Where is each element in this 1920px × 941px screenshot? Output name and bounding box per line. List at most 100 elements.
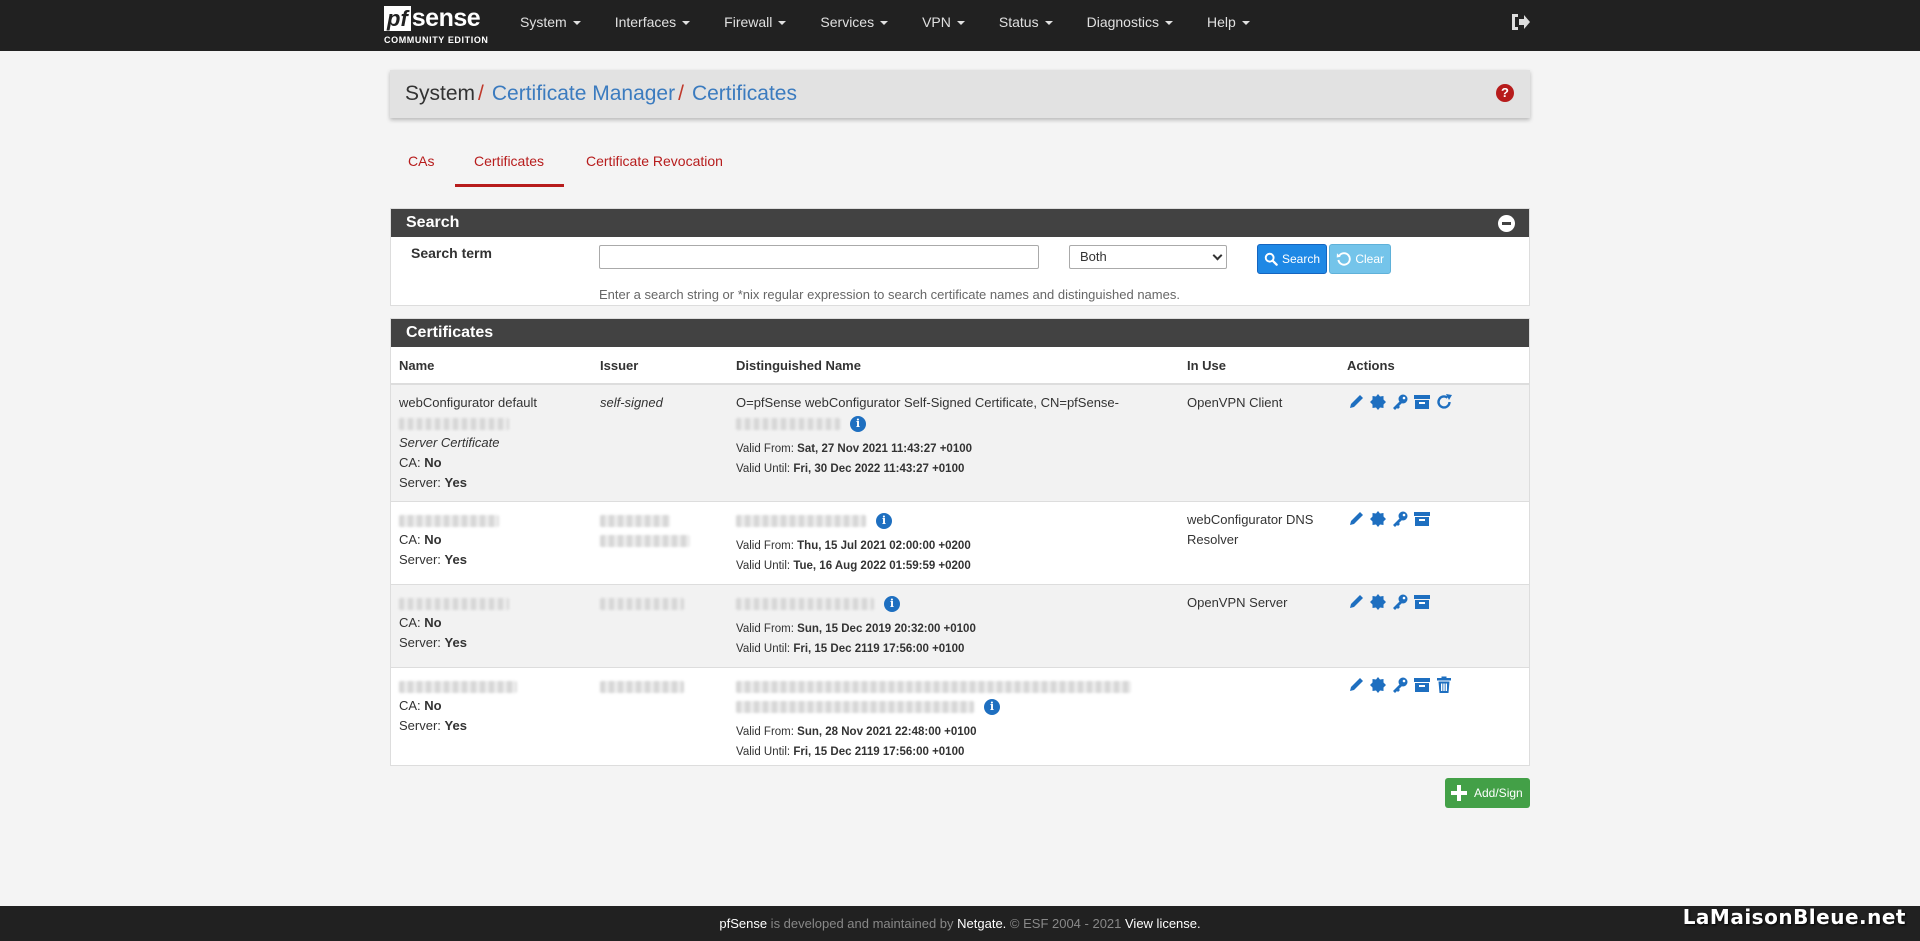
edit-icon[interactable] xyxy=(1347,676,1365,694)
redacted-text xyxy=(600,510,720,530)
tab-certificate-revocation[interactable]: Certificate Revocation xyxy=(586,142,723,187)
edit-icon[interactable] xyxy=(1347,393,1365,411)
info-icon[interactable]: i xyxy=(850,415,866,432)
info-icon[interactable]: i xyxy=(884,595,900,612)
cert-dn-cell: O=pfSense webConfigurator Self-Signed Ce… xyxy=(728,384,1179,502)
column-header-name[interactable]: Name xyxy=(391,347,592,385)
server-value: Yes xyxy=(444,552,467,567)
menu-help[interactable]: Help xyxy=(1192,0,1269,51)
valid-from: Valid From: Sat, 27 Nov 2021 11:43:27 +0… xyxy=(736,439,1171,459)
redacted-text xyxy=(736,417,840,430)
help-icon[interactable]: ? xyxy=(1496,84,1514,102)
menu-firewall[interactable]: Firewall xyxy=(709,0,805,51)
cert-inuse-cell: OpenVPN Client xyxy=(1179,384,1339,502)
key-icon[interactable] xyxy=(1391,510,1409,528)
certificate-icon[interactable] xyxy=(1369,593,1387,611)
archive-icon[interactable] xyxy=(1413,510,1431,528)
add-sign-button-label: Add/Sign xyxy=(1474,786,1523,800)
column-header-distinguished-name[interactable]: Distinguished Name xyxy=(728,347,1179,385)
valid-until-value: Fri, 15 Dec 2119 17:56:00 +0100 xyxy=(793,746,965,758)
pfsense-logo[interactable]: pf sense COMMUNITY EDITION xyxy=(384,4,492,48)
menu-vpn[interactable]: VPN xyxy=(907,0,984,51)
search-input[interactable] xyxy=(599,245,1039,269)
redacted-text xyxy=(399,676,584,696)
certificate-icon[interactable] xyxy=(1369,676,1387,694)
column-header-in-use[interactable]: In Use xyxy=(1179,347,1339,385)
breadcrumb-separator: / xyxy=(678,82,684,105)
breadcrumb-separator: / xyxy=(478,82,484,105)
cert-dn-cell: i Valid From: Sun, 15 Dec 2019 20:32:00 … xyxy=(728,584,1179,668)
menu-diagnostics[interactable]: Diagnostics xyxy=(1072,0,1192,51)
cert-inuse-cell: OpenVPN Server xyxy=(1179,584,1339,668)
undo-icon xyxy=(1336,252,1351,266)
tab-cas[interactable]: CAs xyxy=(408,142,434,187)
row-actions xyxy=(1347,393,1521,411)
collapse-icon[interactable] xyxy=(1498,215,1515,232)
valid-until: Valid Until: Fri, 15 Dec 2119 17:56:00 +… xyxy=(736,742,1171,762)
certificate-icon[interactable] xyxy=(1369,510,1387,528)
certificate-icon[interactable] xyxy=(1369,393,1387,411)
clear-button[interactable]: Clear xyxy=(1329,244,1391,274)
cert-actions-cell xyxy=(1339,668,1529,771)
add-sign-button[interactable]: Add/Sign xyxy=(1445,778,1530,808)
logo-edition-text: COMMUNITY EDITION xyxy=(384,35,489,45)
menu-label: VPN xyxy=(922,14,951,30)
valid-until-value: Tue, 16 Aug 2022 01:59:59 +0200 xyxy=(793,560,971,572)
menu-system[interactable]: System xyxy=(505,0,600,51)
caret-down-icon xyxy=(778,21,787,26)
menu-status[interactable]: Status xyxy=(984,0,1072,51)
key-icon[interactable] xyxy=(1391,593,1409,611)
breadcrumb-certificates[interactable]: Certificates xyxy=(692,82,797,105)
edit-icon[interactable] xyxy=(1347,593,1365,611)
breadcrumb: System / Certificate Manager / Certificates xyxy=(405,82,797,106)
menu-label: Status xyxy=(998,14,1039,30)
server-value: Yes xyxy=(444,635,467,650)
redacted-text xyxy=(600,676,720,696)
info-icon[interactable]: i xyxy=(876,512,892,529)
breadcrumb-system: System xyxy=(405,82,476,105)
footer-company-link[interactable]: Netgate. xyxy=(957,916,1006,931)
cert-name-cell: webConfigurator default Server Certifica… xyxy=(391,384,592,502)
redacted-text xyxy=(399,510,584,530)
footer-text: is developed and maintained by xyxy=(767,916,958,931)
key-icon[interactable] xyxy=(1391,393,1409,411)
key-icon[interactable] xyxy=(1391,676,1409,694)
search-button[interactable]: Search xyxy=(1257,244,1327,274)
cert-issuer-cell xyxy=(592,584,728,668)
redacted-text xyxy=(736,514,866,527)
sign-out-icon[interactable] xyxy=(1510,13,1530,31)
menu-services[interactable]: Services xyxy=(805,0,907,51)
info-icon[interactable]: i xyxy=(984,698,1000,715)
archive-icon[interactable] xyxy=(1413,593,1431,611)
search-scope-value: Both xyxy=(1080,249,1107,264)
breadcrumb-certificate-manager[interactable]: Certificate Manager xyxy=(492,82,675,105)
cert-ca-flag: CA: No xyxy=(399,453,584,473)
cert-dn: i xyxy=(736,510,1171,530)
page-header: System / Certificate Manager / Certificates … xyxy=(390,70,1530,118)
search-term-label: Search term xyxy=(411,245,492,261)
server-label: Server: xyxy=(399,475,441,490)
cert-actions-cell xyxy=(1339,584,1529,668)
search-panel-title: Search xyxy=(406,214,460,231)
archive-icon[interactable] xyxy=(1413,393,1431,411)
redacted-text xyxy=(736,597,874,610)
footer-brand[interactable]: pfSense xyxy=(719,916,767,931)
renew-icon[interactable] xyxy=(1435,393,1453,411)
menu-interfaces[interactable]: Interfaces xyxy=(600,0,709,51)
tab-certificates[interactable]: Certificates xyxy=(455,142,564,187)
search-panel-header: Search xyxy=(391,209,1529,237)
cert-actions-cell xyxy=(1339,501,1529,585)
cert-server-flag: Server: Yes xyxy=(399,633,584,653)
caret-down-icon xyxy=(572,21,581,26)
footer-license-link[interactable]: View license. xyxy=(1125,916,1201,931)
valid-from-value: Sun, 15 Dec 2019 20:32:00 +0100 xyxy=(797,623,976,635)
redacted-text xyxy=(600,593,720,613)
certificates-panel-header: Certificates xyxy=(391,319,1529,347)
search-scope-select[interactable]: Both xyxy=(1069,245,1227,269)
archive-icon[interactable] xyxy=(1413,676,1431,694)
edit-icon[interactable] xyxy=(1347,510,1365,528)
trash-icon[interactable] xyxy=(1435,676,1453,694)
ca-value: No xyxy=(424,455,442,470)
cert-name-cell: CA: No Server: Yes xyxy=(391,501,592,585)
column-header-issuer[interactable]: Issuer xyxy=(592,347,728,385)
